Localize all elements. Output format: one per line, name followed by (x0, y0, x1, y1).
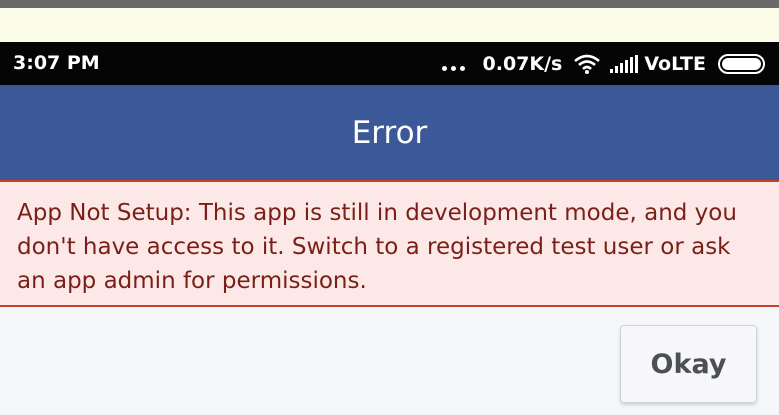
error-message-box: App Not Setup: This app is still in deve… (0, 180, 779, 307)
signal-icon (610, 54, 639, 73)
okay-button-label: Okay (650, 348, 727, 380)
error-message: App Not Setup: This app is still in deve… (17, 200, 737, 294)
more-dots-icon (441, 66, 465, 71)
screen: 3:07 PM 0.07K/s VoLTE Error App Not Setu… (0, 0, 779, 415)
network-type: VoLTE (644, 52, 706, 75)
status-bar: 3:07 PM 0.07K/s VoLTE (0, 42, 779, 85)
status-time: 3:07 PM (13, 52, 100, 74)
wifi-icon (574, 54, 601, 74)
top-edge-strip (0, 0, 779, 8)
dialog-title: Error (351, 114, 428, 151)
okay-button[interactable]: Okay (620, 325, 757, 403)
battery-icon (718, 53, 765, 74)
status-indicators: 0.07K/s VoLTE (441, 42, 766, 85)
dialog-header: Error (0, 85, 779, 180)
network-speed: 0.07K/s (482, 52, 563, 75)
top-background-area (0, 8, 779, 42)
